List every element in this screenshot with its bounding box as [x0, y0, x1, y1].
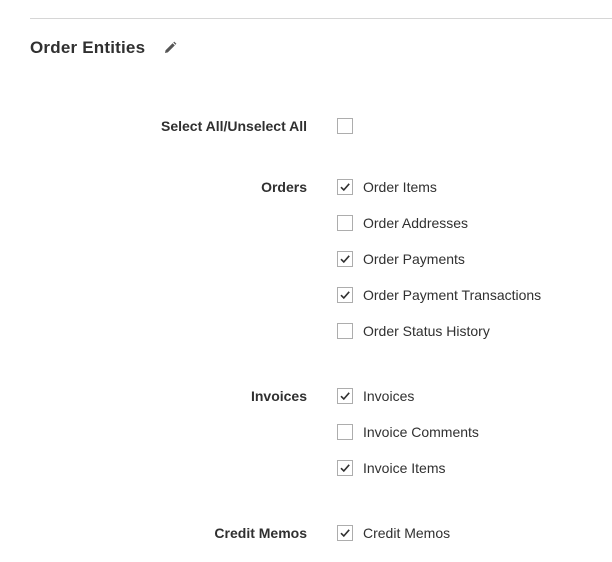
- group-row-invoices: Invoices Invoices: [0, 385, 612, 407]
- checkmark-icon: [340, 529, 350, 538]
- checkbox[interactable]: [337, 287, 353, 303]
- checkbox[interactable]: [337, 388, 353, 404]
- option-label: Order Status History: [363, 323, 490, 339]
- group-label-invoices: Invoices: [250, 388, 307, 404]
- option-order-payment-transactions[interactable]: Order Payment Transactions: [337, 287, 541, 303]
- option-label: Invoice Items: [363, 460, 446, 476]
- group-row-orders: Orders Order Items: [0, 176, 612, 198]
- select-all-label: Select All/Unselect All: [160, 118, 307, 134]
- option-label: Invoice Comments: [363, 424, 479, 440]
- option-label: Invoices: [363, 388, 415, 404]
- checkbox[interactable]: [337, 424, 353, 440]
- select-all-row: Select All/Unselect All: [0, 115, 612, 137]
- checkbox[interactable]: [337, 251, 353, 267]
- checkmark-icon: [340, 464, 350, 473]
- select-all-checkbox[interactable]: [337, 118, 353, 134]
- option-row: Order Payment Transactions: [0, 284, 612, 306]
- checkmark-icon: [340, 392, 350, 401]
- select-all-checkbox-option[interactable]: [337, 118, 353, 134]
- option-order-status-history[interactable]: Order Status History: [337, 323, 490, 339]
- option-invoice-comments[interactable]: Invoice Comments: [337, 424, 479, 440]
- checkmark-icon: [340, 255, 350, 264]
- option-credit-memos[interactable]: Credit Memos: [337, 525, 450, 541]
- option-invoice-items[interactable]: Invoice Items: [337, 460, 445, 476]
- section-divider: [30, 18, 612, 19]
- checkbox[interactable]: [337, 179, 353, 195]
- option-order-items[interactable]: Order Items: [337, 179, 437, 195]
- checkbox[interactable]: [337, 525, 353, 541]
- group-row-credit-memos: Credit Memos Credit Memos: [0, 522, 612, 544]
- option-label: Order Payment Transactions: [363, 287, 542, 303]
- checkmark-icon: [340, 291, 350, 300]
- checkbox[interactable]: [337, 460, 353, 476]
- pencil-icon[interactable]: [163, 41, 177, 55]
- group-label-credit-memos: Credit Memos: [214, 525, 307, 541]
- checkbox[interactable]: [337, 323, 353, 339]
- option-row: Invoice Items: [0, 457, 612, 479]
- order-entities-panel: Order Entities Select All/Unselect All O…: [0, 0, 612, 562]
- group-label-orders: Orders: [261, 179, 307, 195]
- option-label: Order Payments: [363, 251, 465, 267]
- option-label: Order Addresses: [363, 215, 469, 231]
- section-header: Order Entities: [30, 38, 177, 58]
- checkbox[interactable]: [337, 215, 353, 231]
- option-row: Order Payments: [0, 248, 612, 270]
- option-invoices[interactable]: Invoices: [337, 388, 414, 404]
- checkmark-icon: [340, 183, 350, 192]
- option-order-addresses[interactable]: Order Addresses: [337, 215, 468, 231]
- option-row: Invoice Comments: [0, 421, 612, 443]
- option-label: Order Items: [363, 179, 437, 195]
- section-title: Order Entities: [30, 38, 146, 57]
- option-row: Order Addresses: [0, 212, 612, 234]
- option-label: Credit Memos: [363, 525, 451, 541]
- option-row: Order Status History: [0, 320, 612, 342]
- option-order-payments[interactable]: Order Payments: [337, 251, 465, 267]
